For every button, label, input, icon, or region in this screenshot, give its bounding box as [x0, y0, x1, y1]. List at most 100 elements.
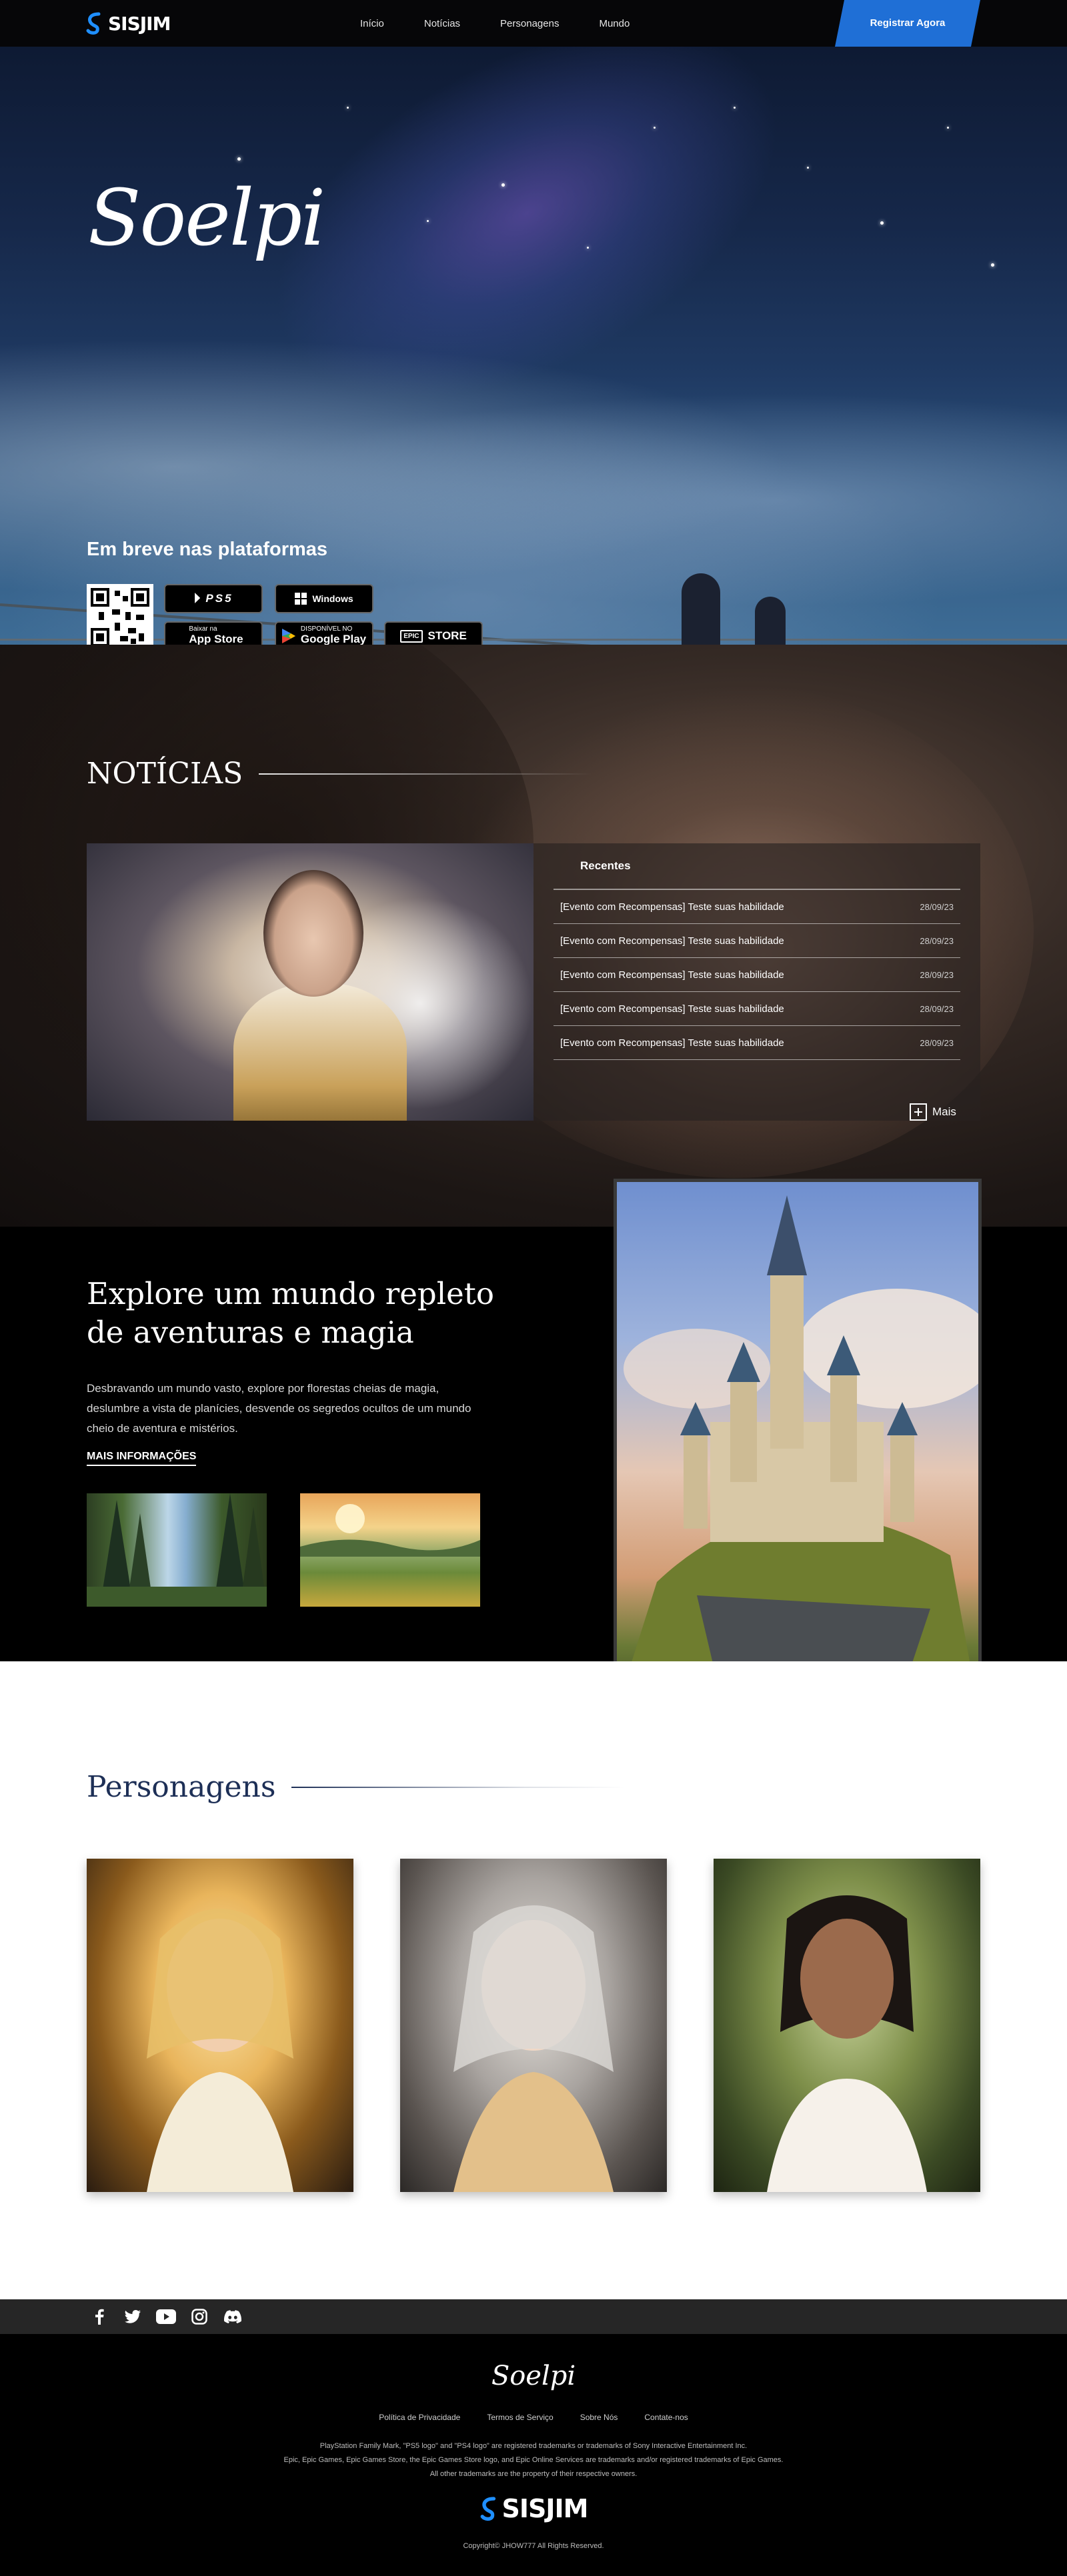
footer-brand-name: SISJIM [501, 2494, 589, 2523]
terms-of-service-link[interactable]: Termos de Serviço [487, 2413, 553, 2422]
golden-character-art [147, 1909, 293, 2192]
game-logo-text: Soelpi [88, 173, 325, 263]
news-item-date: 28/09/23 [920, 1003, 954, 1014]
news-item[interactable]: [Evento com Recompensas] Teste suas habi… [554, 1026, 960, 1060]
nav-link-mundo[interactable]: Mundo [599, 18, 630, 29]
nav-link-noticias[interactable]: Notícias [424, 18, 460, 29]
app-store-badge[interactable]: Baixar na App Store [164, 621, 263, 645]
silver-character-art [453, 1905, 614, 2192]
google-play-icon [281, 629, 295, 643]
footer-game-logo: Soelpi [491, 2361, 576, 2391]
silhouette-figure [755, 597, 786, 645]
star [427, 220, 429, 222]
star [734, 107, 736, 109]
plus-icon [910, 1103, 927, 1121]
character-head [263, 870, 363, 997]
characters-title-text: Personagens [87, 1770, 276, 1804]
register-button-label: Registrar Agora [870, 17, 946, 29]
coming-soon-heading: Em breve nas plataformas [87, 539, 328, 560]
news-item[interactable]: [Evento com Recompensas] Teste suas habi… [554, 924, 960, 958]
legal-line: PlayStation Family Mark, "PS5 logo" and … [319, 2442, 748, 2450]
railing-bottom [0, 639, 1067, 641]
star [237, 157, 241, 161]
forest-character-art [767, 1895, 927, 2192]
explore-section: Explore um mundo repleto de aventuras e … [0, 1179, 1067, 1712]
google-play-text: DISPONÍVEL NO Google Play [301, 626, 366, 645]
twitter-icon[interactable] [123, 2307, 143, 2327]
more-news-button[interactable]: Mais [910, 1103, 956, 1121]
windows-label: Windows [312, 593, 353, 604]
character-card[interactable] [87, 1859, 353, 2192]
news-item-date: 28/09/23 [920, 901, 954, 912]
top-nav: SISJIM Início Notícias Personagens Mundo… [0, 0, 1067, 47]
google-play-badge[interactable]: DISPONÍVEL NO Google Play [275, 621, 373, 645]
facebook-icon[interactable] [89, 2307, 109, 2327]
footer-brand-logo[interactable]: SISJIM [0, 2494, 1067, 2523]
news-item-date: 28/09/23 [920, 969, 954, 980]
app-store-pre: Baixar na [189, 625, 217, 633]
characters-section: Personagens [0, 1661, 1067, 2299]
nav-link-personagens[interactable]: Personagens [500, 18, 559, 29]
ps5-label: PS5 [205, 592, 233, 605]
character-card[interactable] [714, 1859, 980, 2192]
windows-badge[interactable]: Windows [275, 584, 373, 613]
star [807, 167, 809, 169]
news-item[interactable]: [Evento com Recompensas] Teste suas habi… [554, 992, 960, 1026]
news-title-text: NOTÍCIAS [87, 757, 243, 791]
epic-store-label: STORE [427, 629, 467, 642]
epic-store-badge[interactable]: EPIC STORE [384, 621, 483, 645]
plains-thumbnail[interactable] [300, 1493, 480, 1607]
star [880, 221, 884, 225]
discord-icon[interactable] [223, 2307, 243, 2327]
more-info-link[interactable]: MAIS INFORMAÇÕES [87, 1451, 197, 1466]
instagram-icon[interactable] [189, 2307, 209, 2327]
silhouette-figure [682, 573, 720, 645]
news-item[interactable]: [Evento com Recompensas] Teste suas habi… [554, 958, 960, 992]
forest-thumbnail[interactable] [87, 1493, 267, 1607]
copyright: Copyright© JHOW777 All Rights Reserved. [463, 2542, 604, 2550]
youtube-icon[interactable] [156, 2307, 176, 2327]
news-item-title: [Evento com Recompensas] Teste suas habi… [560, 969, 784, 981]
brand-logo[interactable]: SISJIM [85, 12, 171, 35]
news-item-title: [Evento com Recompensas] Teste suas habi… [560, 1003, 784, 1015]
character-body [233, 983, 407, 1121]
sun-glow [300, 1504, 480, 1557]
app-store-text: Baixar na App Store [189, 626, 243, 645]
windows-icon [295, 593, 307, 605]
news-panel: Recentes [Evento com Recompensas] Teste … [87, 843, 980, 1121]
contact-link[interactable]: Contate-nos [644, 2413, 688, 2422]
forest-trees [87, 1493, 267, 1607]
featured-news-image[interactable] [87, 843, 534, 1121]
news-item-title: [Evento com Recompensas] Teste suas habi… [560, 1037, 784, 1049]
legal-line: Epic, Epic Games, Epic Games Store, the … [283, 2456, 784, 2464]
news-list: Recentes [Evento com Recompensas] Teste … [554, 843, 960, 1060]
castle-illustration [617, 1195, 978, 1709]
star [347, 107, 349, 109]
playstation-icon: ⏵ [193, 591, 201, 606]
footer: Soelpi Política de Privacidade Termos de… [0, 2334, 1067, 2576]
privacy-policy-link[interactable]: Política de Privacidade [379, 2413, 460, 2422]
news-item-date: 28/09/23 [920, 935, 954, 946]
news-item-title: [Evento com Recompensas] Teste suas habi… [560, 935, 784, 947]
about-us-link[interactable]: Sobre Nós [580, 2413, 618, 2422]
brand-mark-icon [86, 12, 101, 35]
legal-line: All other trademarks are the property of… [429, 2470, 638, 2478]
characters-title-divider [291, 1786, 626, 1788]
star [501, 183, 505, 187]
app-store-label: App Store [189, 633, 243, 645]
epic-games-icon: EPIC [400, 629, 423, 643]
news-item[interactable]: [Evento com Recompensas] Teste suas habi… [554, 890, 960, 924]
google-play-label: Google Play [300, 633, 367, 645]
social-bar [0, 2299, 1067, 2334]
explore-heading: Explore um mundo repleto de aventuras e … [87, 1276, 494, 1350]
news-list-header: Recentes [554, 843, 960, 890]
game-logo: Soelpi [88, 173, 325, 263]
character-card[interactable] [400, 1859, 667, 2192]
star [991, 263, 994, 267]
register-button[interactable]: Registrar Agora [835, 0, 980, 47]
news-title: NOTÍCIAS [87, 757, 593, 791]
ps5-badge[interactable]: ⏵ PS5 [164, 584, 263, 613]
nav-link-inicio[interactable]: Início [360, 18, 384, 29]
characters-title: Personagens [87, 1770, 626, 1804]
castle-image[interactable] [614, 1179, 982, 1712]
